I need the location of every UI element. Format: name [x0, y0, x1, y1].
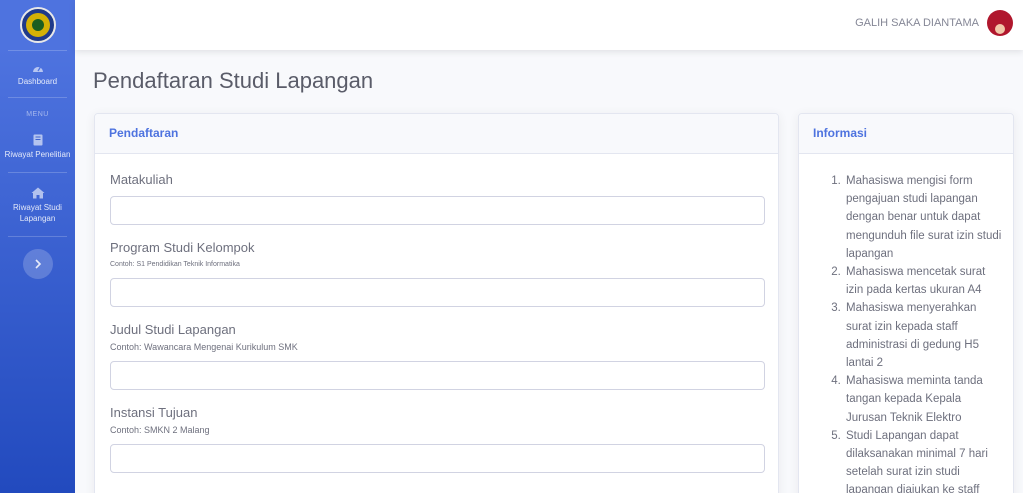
university-logo	[19, 7, 56, 43]
user-name: GALIH SAKA DIANTAMA	[855, 17, 979, 29]
field-hint-program-studi: Contoh: S1 Pendidikan Teknik Informatika	[110, 261, 240, 268]
card-header: Informasi	[799, 114, 1013, 154]
page-title: Pendaftaran Studi Lapangan	[93, 68, 374, 93]
sidebar-item-dashboard[interactable]: Dashboard	[0, 51, 75, 97]
sidebar-item-label: Riwayat Studi Lapangan	[13, 203, 62, 223]
user-menu[interactable]: GALIH SAKA DIANTAMA	[855, 10, 1013, 36]
sidebar-item-riwayat-studi-lapangan[interactable]: Riwayat Studi Lapangan	[0, 173, 75, 236]
sidebar-item-label: Dashboard	[17, 77, 58, 86]
sidebar-toggle-button[interactable]	[22, 249, 53, 279]
field-label-instansi: Instansi Tujuan	[110, 405, 198, 420]
sidebar-divider	[8, 236, 67, 237]
brand[interactable]	[0, 0, 75, 50]
sidebar-item-riwayat-penelitian[interactable]: Riwayat Penelitian	[0, 126, 75, 172]
list-item: Mahasiswa mencetak surat izin pada kerta…	[844, 263, 1003, 299]
list-item: Mahasiswa meminta tanda tangan kepada Ke…	[844, 372, 1003, 427]
judul-input[interactable]	[110, 361, 765, 390]
sidebar-heading: MENU	[26, 111, 49, 118]
list-item: Studi Lapangan dapat dilaksanakan minima…	[844, 427, 1003, 493]
info-list: Mahasiswa mengisi form pengajuan studi l…	[809, 172, 1003, 493]
chevron-right-icon	[34, 259, 41, 269]
program-studi-input[interactable]	[110, 278, 765, 307]
instansi-input[interactable]	[110, 444, 765, 473]
field-hint-instansi: Contoh: SMKN 2 Malang	[110, 425, 210, 435]
book-icon	[33, 134, 42, 146]
registration-card: Pendaftaran Matakuliah Program Studi Kel…	[94, 113, 779, 493]
topbar: GALIH SAKA DIANTAMA	[75, 0, 1023, 50]
field-label-program-studi: Program Studi Kelompok	[110, 240, 255, 255]
gauge-icon	[32, 66, 43, 72]
avatar	[987, 10, 1013, 36]
card-header: Pendaftaran	[95, 114, 778, 154]
home-icon	[31, 187, 44, 199]
sidebar-item-label: Riwayat Penelitian	[4, 150, 71, 159]
field-label-judul: Judul Studi Lapangan	[110, 322, 236, 337]
field-label-matakuliah: Matakuliah	[110, 172, 173, 187]
field-hint-judul: Contoh: Wawancara Mengenai Kurikulum SMK	[110, 342, 298, 352]
matakuliah-input[interactable]	[110, 196, 765, 225]
information-card: Informasi Mahasiswa mengisi form pengaju…	[798, 113, 1014, 493]
sidebar: Dashboard MENU Riwayat Penelitian Riwaya…	[0, 0, 75, 493]
list-item: Mahasiswa menyerahkan surat izin kepada …	[844, 299, 1003, 372]
list-item: Mahasiswa mengisi form pengajuan studi l…	[844, 172, 1003, 263]
